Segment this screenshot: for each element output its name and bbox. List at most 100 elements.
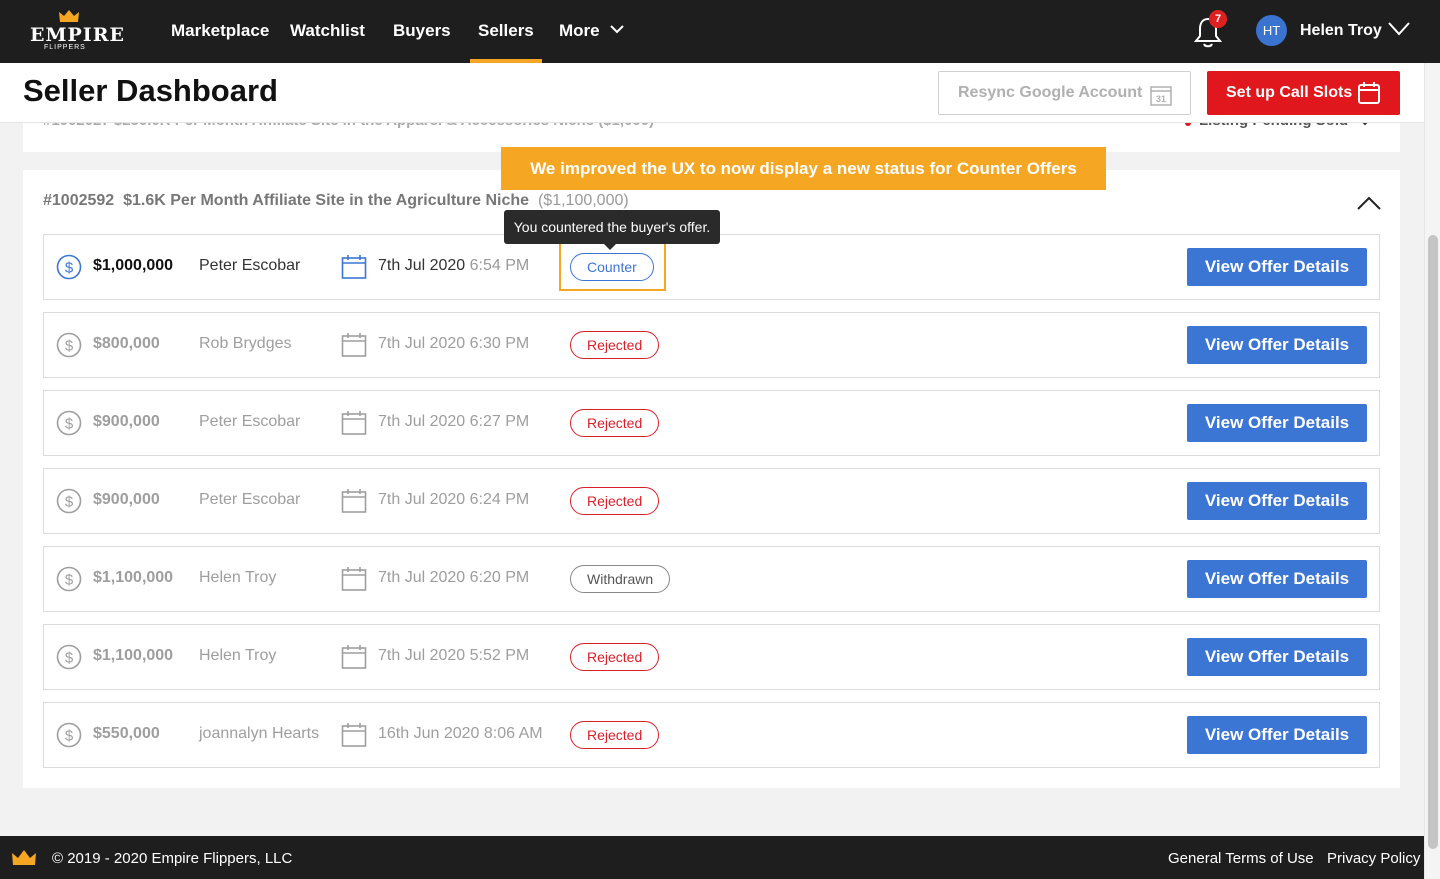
calendar-icon	[341, 255, 367, 279]
view-offer-details-button[interactable]: View Offer Details	[1187, 326, 1367, 364]
offer-datetime: 7th Jul 2020 5:52 PM	[378, 647, 529, 665]
offer-buyer: Peter Escobar	[199, 491, 301, 508]
calendar-icon	[341, 567, 367, 591]
offer-amount: $1,100,000	[93, 647, 174, 664]
listing-name: $1.6K Per Month Affiliate Site in the Ag…	[123, 192, 530, 209]
offer-date: 7th Jul 2020	[378, 647, 466, 664]
setup-call-slots-button[interactable]: Set up Call Slots	[1207, 71, 1400, 115]
scrollbar[interactable]	[1424, 63, 1440, 879]
callslots-label: Set up Call Slots	[1226, 84, 1353, 101]
calendar-icon	[341, 723, 367, 747]
svg-text:$: $	[65, 572, 74, 589]
offer-buyer: joannalyn Hearts	[199, 725, 320, 742]
crown-icon	[59, 10, 79, 22]
nav-watchlist[interactable]: Watchlist	[290, 0, 365, 63]
status-badge-rejected: Rejected	[570, 331, 660, 359]
dollar-icon: $	[56, 332, 82, 358]
status-badge-rejected: Rejected	[570, 409, 660, 437]
copyright-text: © 2019 - 2020 Empire Flippers, LLC	[52, 850, 293, 867]
listing-card: #1002592 $1.6K Per Month Affiliate Site …	[23, 170, 1400, 788]
view-offer-details-button[interactable]: View Offer Details	[1187, 560, 1367, 598]
offer-row: $ $900,000 Peter Escobar 7th Jul 2020 6:27 …	[43, 390, 1380, 456]
offer-date: 7th Jul 2020	[378, 491, 466, 508]
offer-amount: $1,100,000	[93, 569, 174, 586]
nav-more-label: More	[559, 21, 600, 40]
top-nav: EMPIRE FLIPPERS Marketplace Watchlist Bu…	[0, 0, 1440, 63]
logo-word: EMPIRE	[30, 24, 125, 46]
dollar-icon: $	[56, 722, 82, 748]
terms-link[interactable]: General Terms of Use	[1168, 836, 1314, 879]
crown-icon	[12, 850, 36, 865]
avatar[interactable]: HT	[1256, 15, 1287, 46]
resync-label: Resync Google Account	[958, 84, 1143, 101]
calendar-icon	[341, 333, 367, 357]
calendar-icon	[1358, 82, 1380, 104]
offer-row: $ $550,000 joannalyn Hearts 16th Jun 2020 8…	[43, 702, 1380, 768]
offer-time: 5:52 PM	[469, 647, 530, 664]
svg-text:$: $	[65, 728, 74, 745]
offer-date: 7th Jul 2020	[378, 413, 466, 430]
view-offer-details-button[interactable]: View Offer Details	[1187, 248, 1367, 286]
offer-row: $ $800,000 Rob Brydges 7th Jul 2020 6:30 PM…	[43, 312, 1380, 378]
offer-buyer: Helen Troy	[199, 647, 277, 664]
calendar-icon: 31	[1150, 86, 1172, 106]
offer-time: 8:06 AM	[483, 725, 543, 742]
chevron-down-icon	[610, 25, 625, 34]
calendar-icon	[341, 489, 367, 513]
view-offer-details-button[interactable]: View Offer Details	[1187, 404, 1367, 442]
offer-time: 6:30 PM	[469, 335, 530, 352]
offer-time: 6:54 PM	[469, 257, 530, 274]
nav-marketplace[interactable]: Marketplace	[171, 0, 269, 63]
empire-flippers-logo[interactable]: EMPIRE FLIPPERS	[28, 10, 124, 54]
offer-time: 6:24 PM	[469, 491, 530, 508]
offer-datetime: 7th Jul 2020 6:30 PM	[378, 335, 529, 353]
listing-title: #1002592 $1.6K Per Month Affiliate Site …	[43, 192, 629, 210]
status-badge-rejected: Rejected	[570, 721, 660, 749]
offer-datetime: 7th Jul 2020 6:24 PM	[378, 491, 529, 509]
view-offer-details-button[interactable]: View Offer Details	[1187, 716, 1367, 754]
page-title: Seller Dashboard	[23, 73, 278, 108]
logo-sub: FLIPPERS	[44, 44, 86, 51]
counter-tooltip: You countered the buyer's offer.	[504, 210, 720, 250]
view-offer-details-button[interactable]: View Offer Details	[1187, 482, 1367, 520]
view-offer-details-button[interactable]: View Offer Details	[1187, 638, 1367, 676]
offer-datetime: 7th Jul 2020 6:27 PM	[378, 413, 529, 431]
offer-amount: $900,000	[93, 413, 160, 430]
nav-buyers[interactable]: Buyers	[393, 0, 451, 63]
offer-datetime: 7th Jul 2020 6:20 PM	[378, 569, 529, 587]
offer-datetime: 16th Jun 2020 8:06 AM	[378, 725, 543, 743]
offer-buyer: Peter Escobar	[199, 413, 301, 430]
chevron-down-icon[interactable]	[1388, 22, 1410, 36]
privacy-link[interactable]: Privacy Policy	[1327, 836, 1420, 879]
status-badge-counter[interactable]: Counter	[570, 253, 654, 281]
listing-id: #1002592	[43, 192, 115, 209]
offer-amount: $550,000	[93, 725, 160, 742]
dollar-icon: $	[56, 644, 82, 670]
offer-row: $ $900,000 Peter Escobar 7th Jul 2020 6:24 …	[43, 468, 1380, 534]
notification-badge: 7	[1209, 10, 1227, 28]
nav-more[interactable]: More	[559, 0, 625, 63]
user-name[interactable]: Helen Troy	[1300, 0, 1382, 62]
page-header: Seller Dashboard Resync Google Account 3…	[0, 63, 1424, 123]
offer-date: 7th Jul 2020	[378, 257, 466, 274]
resync-google-button[interactable]: Resync Google Account 31	[938, 71, 1191, 115]
nav-sellers[interactable]: Sellers	[470, 0, 542, 63]
scrollbar-thumb[interactable]	[1428, 235, 1438, 849]
offer-buyer: Helen Troy	[199, 569, 277, 586]
status-badge-rejected: Rejected	[570, 643, 660, 671]
svg-text:$: $	[65, 338, 74, 355]
offer-time: 6:20 PM	[469, 569, 530, 586]
svg-text:$: $	[65, 260, 74, 277]
status-badge-withdrawn: Withdrawn	[570, 565, 671, 593]
calendar-icon	[341, 411, 367, 435]
offer-row: $ $1,100,000 Helen Troy 7th Jul 2020 6:20 P…	[43, 546, 1380, 612]
dollar-icon: $	[56, 410, 82, 436]
offer-datetime: 7th Jul 2020 6:54 PM	[378, 257, 529, 275]
announcement-banner: We improved the UX to now display a new …	[501, 147, 1106, 190]
footer: © 2019 - 2020 Empire Flippers, LLC Gener…	[0, 836, 1424, 879]
offer-buyer: Peter Escobar	[199, 257, 301, 274]
chevron-up-icon[interactable]	[1357, 196, 1381, 210]
offer-time: 6:27 PM	[469, 413, 530, 430]
dollar-icon: $	[56, 566, 82, 592]
dollar-icon: $	[56, 254, 82, 280]
